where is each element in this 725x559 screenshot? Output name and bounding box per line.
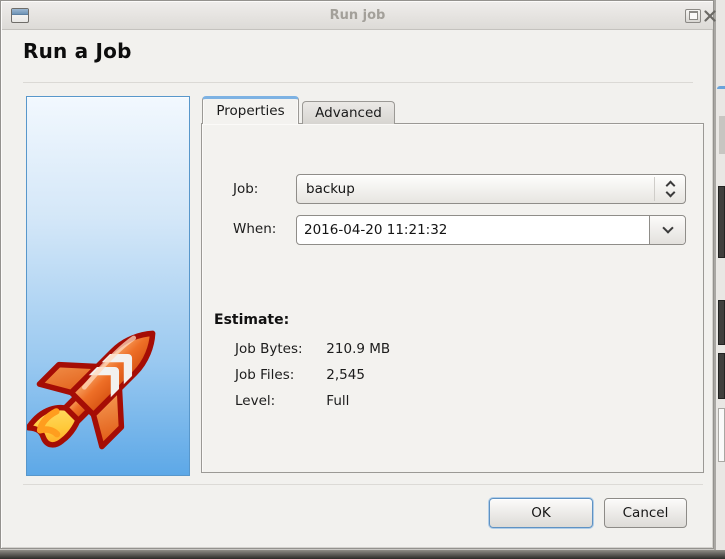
background-window-fragment: [718, 300, 725, 345]
cancel-button[interactable]: Cancel: [604, 498, 687, 528]
job-combobox-value: backup: [306, 175, 645, 203]
estimate-row-label: Level:: [235, 388, 322, 414]
background-window-fragment: [719, 116, 725, 154]
close-icon[interactable]: [704, 8, 716, 24]
ok-button[interactable]: OK: [489, 498, 593, 528]
properties-tab-panel: Job: backup When: Estimate: Job Bytes:: [201, 123, 704, 473]
estimate-row: Level: Full: [235, 388, 390, 414]
estimate-table: Job Bytes: 210.9 MB Job Files: 2,545 Lev…: [235, 336, 390, 414]
screen: Run job Run a Job: [0, 0, 725, 559]
estimate-row: Job Files: 2,545: [235, 362, 390, 388]
side-art-panel: [26, 96, 190, 476]
estimate-row: Job Bytes: 210.9 MB: [235, 336, 390, 362]
window-title: Run job: [2, 2, 713, 30]
job-label: Job:: [233, 181, 258, 197]
when-combobox: [296, 215, 686, 245]
chevron-down-icon: [662, 222, 673, 233]
up-down-chevrons-icon: [654, 177, 685, 201]
desktop-edge-strip: [0, 550, 725, 559]
tab-advanced[interactable]: Advanced: [302, 101, 395, 124]
background-window-border: [717, 86, 725, 89]
background-window-fragment: [718, 186, 725, 258]
estimate-row-label: Job Files:: [235, 362, 322, 388]
background-window-strip: [714, 0, 725, 559]
maximize-icon[interactable]: [685, 9, 701, 23]
when-dropdown-button[interactable]: [649, 216, 685, 244]
job-combobox[interactable]: backup: [296, 174, 686, 204]
tab-properties-label: Properties: [216, 103, 284, 119]
background-window-fragment: [718, 408, 725, 462]
estimate-heading: Estimate:: [214, 312, 289, 328]
separator: [23, 82, 693, 83]
when-label: When:: [233, 221, 276, 237]
estimate-row-value: Full: [326, 393, 349, 409]
background-window-fragment: [718, 353, 725, 399]
tab-advanced-label: Advanced: [315, 105, 382, 121]
separator: [23, 484, 703, 485]
titlebar[interactable]: Run job: [2, 2, 713, 30]
run-job-dialog: Run job Run a Job: [0, 0, 714, 549]
when-input[interactable]: [298, 217, 649, 243]
estimate-row-label: Job Bytes:: [235, 336, 322, 362]
estimate-row-value: 210.9 MB: [326, 341, 390, 357]
tab-properties[interactable]: Properties: [202, 96, 299, 124]
page-title: Run a Job: [23, 39, 132, 63]
rocket-icon: [27, 301, 189, 469]
estimate-row-value: 2,545: [326, 367, 365, 383]
